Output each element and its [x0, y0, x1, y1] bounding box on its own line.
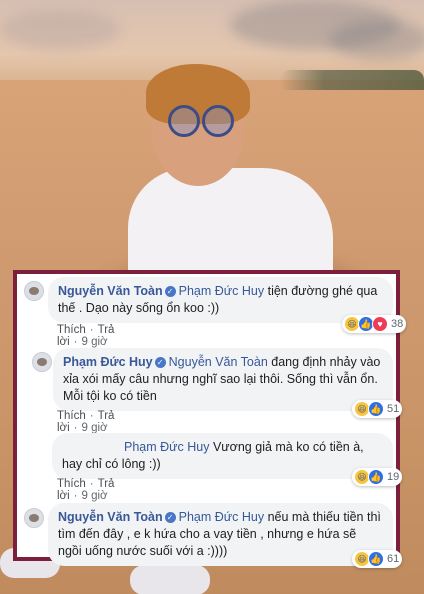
- reaction-summary[interactable]: 😆 👍 51: [352, 400, 403, 418]
- tagged-user[interactable]: Phạm Đức Huy: [179, 510, 264, 524]
- timestamp[interactable]: 9 giờ: [82, 336, 108, 348]
- comment-bubble: Phạm Đức Huy Vương giả mà ko có tiền à, …: [52, 433, 393, 479]
- tagged-user[interactable]: Phạm Đức Huy: [124, 440, 209, 454]
- tagged-user[interactable]: Nguyễn Văn Toàn: [169, 355, 268, 369]
- like-icon: 👍: [368, 551, 384, 567]
- comment-bubble: Nguyễn Văn Toàn ✓ Phạm Đức Huy tiện đường …: [48, 277, 393, 323]
- comment-actions: Thích · Trả lời · 9 giờ: [57, 324, 115, 348]
- reaction-summary[interactable]: 😆 👍 19: [352, 468, 403, 486]
- verified-icon: ✓: [164, 286, 176, 297]
- like-link[interactable]: Thích: [57, 478, 86, 490]
- verified-icon: ✓: [154, 357, 166, 368]
- comment-author[interactable]: Nguyễn Văn Toàn: [58, 284, 163, 298]
- reaction-summary[interactable]: 😆 👍 61: [352, 550, 403, 568]
- verified-icon: ✓: [164, 512, 176, 523]
- like-icon: 👍: [368, 401, 384, 417]
- reaction-count: 61: [387, 553, 400, 565]
- cloud: [330, 20, 424, 60]
- comments-panel: Nguyễn Văn Toàn ✓ Phạm Đức Huy tiện đường …: [13, 270, 407, 568]
- glasses-left: [168, 105, 200, 137]
- timestamp[interactable]: 9 giờ: [82, 490, 108, 502]
- avatar[interactable]: [24, 281, 44, 301]
- reaction-count: 51: [387, 403, 400, 415]
- comment-actions: Thích · Trả lời · 9 giờ: [57, 478, 115, 502]
- cloud: [0, 10, 120, 50]
- like-link[interactable]: Thích: [57, 410, 86, 422]
- tree-line: [280, 70, 424, 90]
- reaction-count: 38: [391, 318, 404, 330]
- comment-text: Vương giả mà ko có tiền à, hay chỉ có lô…: [62, 440, 364, 471]
- comment-actions: Thích · Trả lời · 9 giờ: [57, 410, 115, 434]
- comment-bubble: Phạm Đức Huy ✓ Nguyễn Văn Toàn đang định n…: [53, 348, 393, 411]
- comment-author[interactable]: Phạm Đức Huy: [63, 355, 153, 369]
- love-icon: ♥: [372, 316, 388, 332]
- reaction-count: 19: [387, 471, 400, 483]
- avatar[interactable]: [24, 508, 44, 528]
- avatar[interactable]: [32, 352, 52, 372]
- like-icon: 👍: [368, 469, 384, 485]
- shoe: [130, 565, 210, 594]
- glasses-right: [202, 105, 234, 137]
- comment-bubble: Nguyễn Văn Toàn ✓ Phạm Đức Huy nếu mà thiế…: [48, 503, 393, 566]
- tagged-user[interactable]: Phạm Đức Huy: [179, 284, 264, 298]
- comment-author[interactable]: Nguyễn Văn Toàn: [58, 510, 163, 524]
- like-link[interactable]: Thích: [57, 324, 86, 336]
- reaction-summary[interactable]: 😆 👍 ♥ 38: [342, 315, 407, 333]
